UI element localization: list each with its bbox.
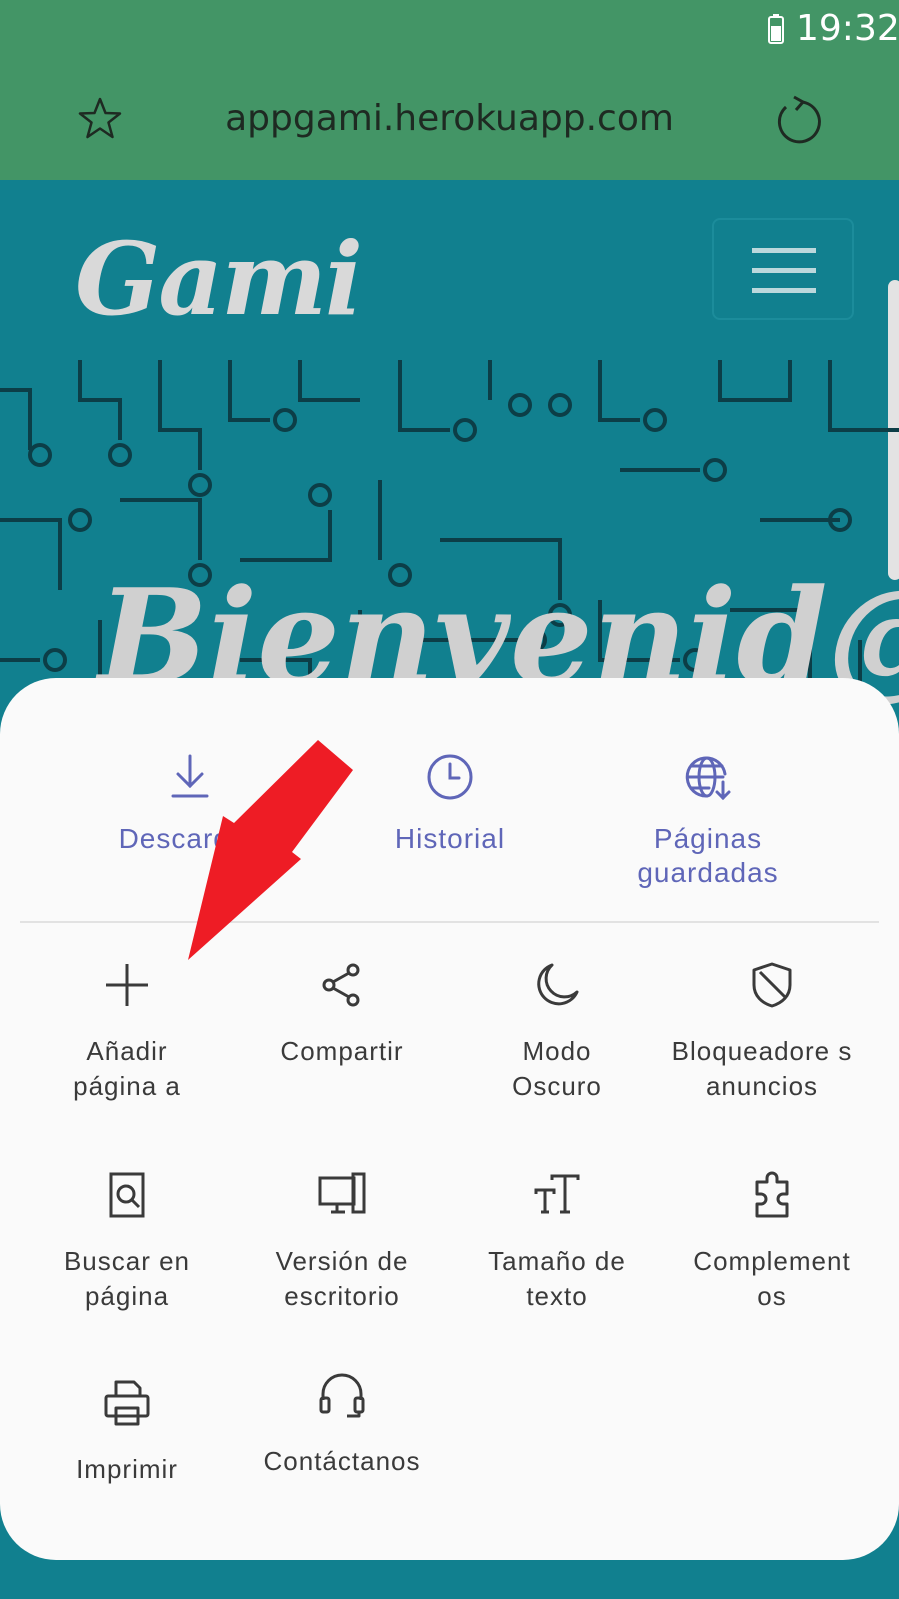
puzzle-icon: [755, 1171, 789, 1218]
status-time: 19:32: [796, 8, 899, 49]
quick-action-paginas-guardadas[interactable]: Páginas guardadas: [578, 752, 838, 890]
browser-menu-sheet: Descargas Historial Páginas guardadas Añ…: [0, 678, 899, 1560]
menu-item-imprimir[interactable]: Imprimir: [27, 1378, 227, 1487]
shield-icon: [752, 962, 792, 1008]
quick-action-label: Páginas guardadas: [637, 823, 779, 888]
menu-item-modo-oscuro[interactable]: Modo Oscuro: [457, 960, 657, 1104]
menu-item-label: Contáctanos: [263, 1446, 421, 1476]
menu-item-label: Modo Oscuro: [512, 1036, 602, 1101]
menu-item-buscar-en-pagina[interactable]: Buscar en página: [27, 1170, 227, 1314]
hamburger-menu-button[interactable]: [712, 218, 854, 320]
hamburger-line: [752, 288, 816, 293]
site-logo[interactable]: Gami: [75, 220, 363, 338]
desktop-icon: [318, 1172, 366, 1214]
url-field[interactable]: appgami.herokuapp.com: [0, 98, 899, 139]
status-bar: 19:32: [0, 0, 899, 60]
menu-item-contactanos[interactable]: Contáctanos: [242, 1370, 442, 1479]
hamburger-line: [752, 248, 816, 253]
find-in-page-icon: [109, 1172, 145, 1218]
menu-item-anadir-pagina[interactable]: Añadir página a: [27, 960, 227, 1104]
menu-item-version-escritorio[interactable]: Versión de escritorio: [242, 1170, 442, 1314]
globe-download-icon: [685, 756, 731, 801]
menu-item-label: Tamaño de texto: [488, 1246, 626, 1311]
moon-icon: [537, 963, 579, 1006]
menu-item-label: Añadir página a: [73, 1036, 181, 1101]
menu-item-label: Complement os: [693, 1246, 851, 1311]
menu-item-label: Versión de escritorio: [275, 1246, 409, 1311]
battery-icon: [768, 14, 784, 44]
menu-item-label: Compartir: [280, 1036, 404, 1066]
headset-icon: [319, 1373, 365, 1418]
menu-item-label: Imprimir: [76, 1454, 178, 1484]
reload-icon[interactable]: [772, 95, 826, 149]
menu-item-tamano-texto[interactable]: Tamaño de texto: [457, 1170, 657, 1314]
browser-toolbar: appgami.herokuapp.com: [0, 60, 899, 180]
clock-icon: [427, 754, 473, 800]
menu-item-compartir[interactable]: Compartir: [242, 960, 442, 1069]
printer-icon: [104, 1380, 150, 1426]
hamburger-line: [752, 268, 816, 273]
menu-item-complementos[interactable]: Complement os: [672, 1170, 872, 1314]
menu-item-bloqueadores-anuncios[interactable]: Bloqueadore s anuncios: [672, 960, 872, 1104]
menu-item-label: Buscar en página: [63, 1246, 191, 1311]
menu-item-label: Bloqueadore s anuncios: [671, 1036, 853, 1101]
text-size-icon: [534, 1174, 580, 1214]
menu-divider: [20, 921, 879, 923]
plus-icon: [106, 964, 148, 1006]
annotation-arrow-icon: [188, 740, 353, 960]
